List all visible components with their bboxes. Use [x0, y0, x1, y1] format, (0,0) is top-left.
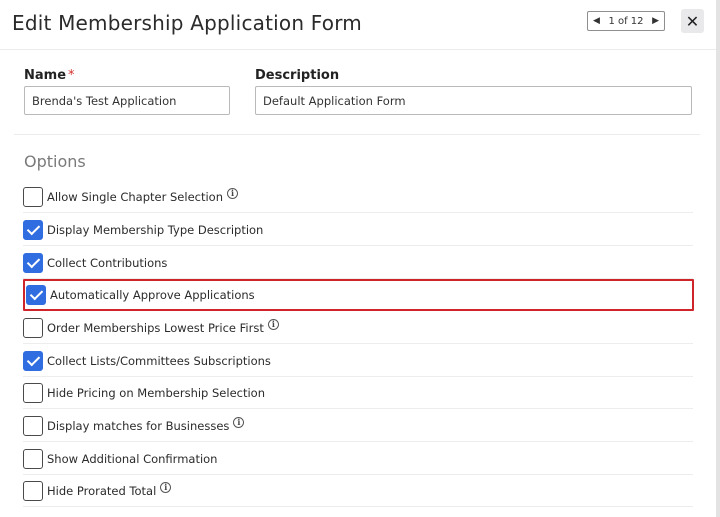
section-divider: [14, 134, 700, 135]
info-icon[interactable]: i: [267, 319, 279, 330]
options-heading: Options: [24, 152, 86, 171]
name-label: Name *: [24, 68, 75, 83]
option-auto-approve-highlighted: Automatically Approve Applications: [23, 279, 694, 311]
modal-title: Edit Membership Application Form: [12, 11, 362, 35]
option-allow-single-chapter: Allow Single Chapter Selection i: [23, 181, 693, 213]
checkbox-collect-lists[interactable]: [23, 350, 43, 371]
checkbox-hide-pricing[interactable]: [23, 382, 43, 403]
edit-form-modal: Edit Membership Application Form ◀ 1 of …: [0, 0, 720, 517]
option-collect-contributions: Collect Contributions: [23, 247, 693, 279]
description-input[interactable]: [255, 86, 692, 115]
checkbox-hide-prorated-total[interactable]: [23, 480, 43, 501]
chevron-left-icon[interactable]: ◀: [592, 16, 600, 26]
info-icon[interactable]: i: [160, 482, 172, 493]
checkbox-display-membership-type[interactable]: [23, 219, 43, 240]
pager-text: 1 of 12: [608, 15, 644, 27]
option-label: Automatically Approve Applications: [50, 288, 255, 302]
record-pager: ◀ 1 of 12 ▶: [587, 11, 665, 31]
close-icon: ✕: [685, 11, 700, 31]
checkbox-auto-approve[interactable]: [26, 285, 46, 305]
option-label: Display Membership Type Description: [47, 222, 264, 237]
description-label: Description: [255, 68, 340, 83]
checkbox-display-matches[interactable]: [23, 415, 43, 436]
info-icon[interactable]: i: [227, 188, 238, 199]
option-label: Display matches for Businesses: [47, 418, 230, 433]
option-label: Order Memberships Lowest Price First: [47, 320, 264, 335]
option-display-matches: Display matches for Businesses i: [23, 410, 693, 442]
option-label: Hide Pricing on Membership Selection: [47, 385, 266, 400]
option-label: Hide Prorated Total: [47, 483, 157, 498]
info-icon[interactable]: i: [233, 417, 245, 428]
option-display-membership-type: Display Membership Type Description: [23, 214, 693, 246]
checkbox-show-additional-confirmation[interactable]: [23, 448, 43, 469]
option-show-additional-confirmation: Show Additional Confirmation: [23, 443, 693, 475]
required-mark: *: [68, 68, 75, 83]
option-hide-pricing: Hide Pricing on Membership Selection: [23, 377, 693, 409]
checkbox-order-lowest-price[interactable]: [23, 317, 43, 338]
checkbox-collect-contributions[interactable]: [23, 252, 43, 273]
scrollbar-track[interactable]: [716, 0, 720, 517]
option-label: Show Additional Confirmation: [47, 451, 218, 466]
option-label: Collect Contributions: [47, 255, 168, 270]
option-label: Collect Lists/Committees Subscriptions: [47, 353, 271, 368]
close-button[interactable]: ✕: [681, 9, 704, 33]
chevron-right-icon[interactable]: ▶: [652, 16, 660, 26]
name-label-text: Name: [24, 68, 67, 83]
option-collect-lists: Collect Lists/Committees Subscriptions: [23, 345, 693, 377]
option-hide-prorated-total: Hide Prorated Total i: [23, 475, 693, 507]
option-order-lowest-price: Order Memberships Lowest Price First i: [23, 312, 693, 344]
name-input[interactable]: [24, 86, 230, 115]
modal-header: Edit Membership Application Form ◀ 1 of …: [0, 0, 716, 50]
option-label: Allow Single Chapter Selection: [47, 189, 223, 204]
checkbox-allow-single-chapter[interactable]: [23, 186, 43, 207]
